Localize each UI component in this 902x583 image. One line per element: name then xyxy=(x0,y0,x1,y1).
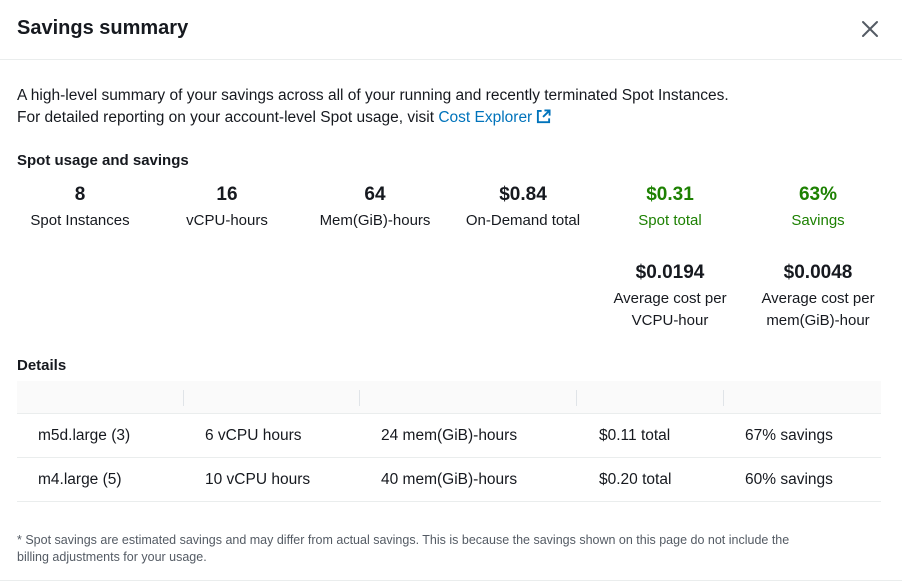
cell-total: $0.11 total xyxy=(599,427,671,444)
column-divider xyxy=(723,390,724,406)
footnote-line-1: * Spot savings are estimated savings and… xyxy=(17,533,790,547)
modal-bottom-divider xyxy=(0,580,902,581)
cost-explorer-link[interactable]: Cost Explorer xyxy=(438,109,551,126)
cell-vcpu-hours: 6 vCPU hours xyxy=(205,427,302,444)
cost-explorer-link-label: Cost Explorer xyxy=(438,109,533,126)
stat-on-demand-total: $0.84 On-Demand total xyxy=(448,183,598,232)
stat-label: Average cost per mem(GiB)-hour xyxy=(743,288,893,332)
table-row: m5d.large (3) 6 vCPU hours 24 mem(GiB)-h… xyxy=(17,414,881,458)
column-divider xyxy=(183,390,184,406)
stat-label-line-1: Average cost per xyxy=(613,290,727,307)
cell-instance: m5d.large (3) xyxy=(38,427,131,444)
details-heading: Details xyxy=(17,357,67,374)
details-table: m5d.large (3) 6 vCPU hours 24 mem(GiB)-h… xyxy=(17,381,881,502)
close-button[interactable] xyxy=(858,17,882,41)
cell-instance: m4.large (5) xyxy=(38,471,122,488)
stat-label: On-Demand total xyxy=(465,212,581,229)
stat-value: $0.0194 xyxy=(635,262,705,283)
table-header xyxy=(17,381,881,414)
cell-mem-hours: 24 mem(GiB)-hours xyxy=(381,427,518,444)
stat-value: $0.31 xyxy=(646,184,694,205)
stat-value: 64 xyxy=(364,184,386,205)
stat-label-line-2: VCPU-hour xyxy=(631,312,709,329)
stat-avg-cost-vcpu: $0.0194 Average cost per VCPU-hour xyxy=(595,261,745,332)
column-divider xyxy=(359,390,360,406)
stat-label-line-2: mem(GiB)-hour xyxy=(766,312,870,329)
intro-text: A high-level summary of your savings acr… xyxy=(17,85,729,129)
cell-savings: 60% savings xyxy=(745,471,833,488)
modal-header: Savings summary xyxy=(0,0,902,60)
stat-label: Average cost per VCPU-hour xyxy=(595,288,745,332)
intro-line-2: For detailed reporting on your account-l… xyxy=(17,107,729,129)
intro-line-1: A high-level summary of your savings acr… xyxy=(17,87,729,104)
modal-title: Savings summary xyxy=(17,17,189,39)
stat-value: 63% xyxy=(798,184,838,205)
footnote-line-2: billing adjustments for your usage. xyxy=(17,550,207,564)
stat-label: Savings xyxy=(791,212,845,229)
stat-label-line-1: Average cost per xyxy=(761,290,875,307)
stat-value: 8 xyxy=(74,184,86,205)
cell-vcpu-hours: 10 vCPU hours xyxy=(205,471,311,488)
column-divider xyxy=(576,390,577,406)
cell-total: $0.20 total xyxy=(599,471,672,488)
table-row: m4.large (5) 10 vCPU hours 40 mem(GiB)-h… xyxy=(17,458,881,502)
cell-mem-hours: 40 mem(GiB)-hours xyxy=(381,471,518,488)
stat-label: Spot total xyxy=(638,212,702,229)
close-icon xyxy=(862,21,878,37)
stat-label: Spot Instances xyxy=(30,212,130,229)
stat-vcpu-hours: 16 vCPU-hours xyxy=(152,183,302,232)
external-link-icon xyxy=(537,109,551,124)
stat-savings: 63% Savings xyxy=(743,183,893,232)
stat-value: $0.0048 xyxy=(783,262,853,283)
stat-mem-hours: 64 Mem(GiB)-hours xyxy=(300,183,450,232)
stat-value: 16 xyxy=(216,184,238,205)
cell-savings: 67% savings xyxy=(745,427,833,444)
footnote: * Spot savings are estimated savings and… xyxy=(17,532,877,566)
intro-line-2-prefix: For detailed reporting on your account-l… xyxy=(17,109,439,126)
stat-avg-cost-mem: $0.0048 Average cost per mem(GiB)-hour xyxy=(743,261,893,332)
usage-heading: Spot usage and savings xyxy=(17,152,189,169)
stat-spot-total: $0.31 Spot total xyxy=(595,183,745,232)
stat-label: Mem(GiB)-hours xyxy=(319,212,431,229)
stat-value: $0.84 xyxy=(499,184,547,205)
stat-spot-instances: 8 Spot Instances xyxy=(5,183,155,232)
stat-label: vCPU-hours xyxy=(186,212,268,229)
